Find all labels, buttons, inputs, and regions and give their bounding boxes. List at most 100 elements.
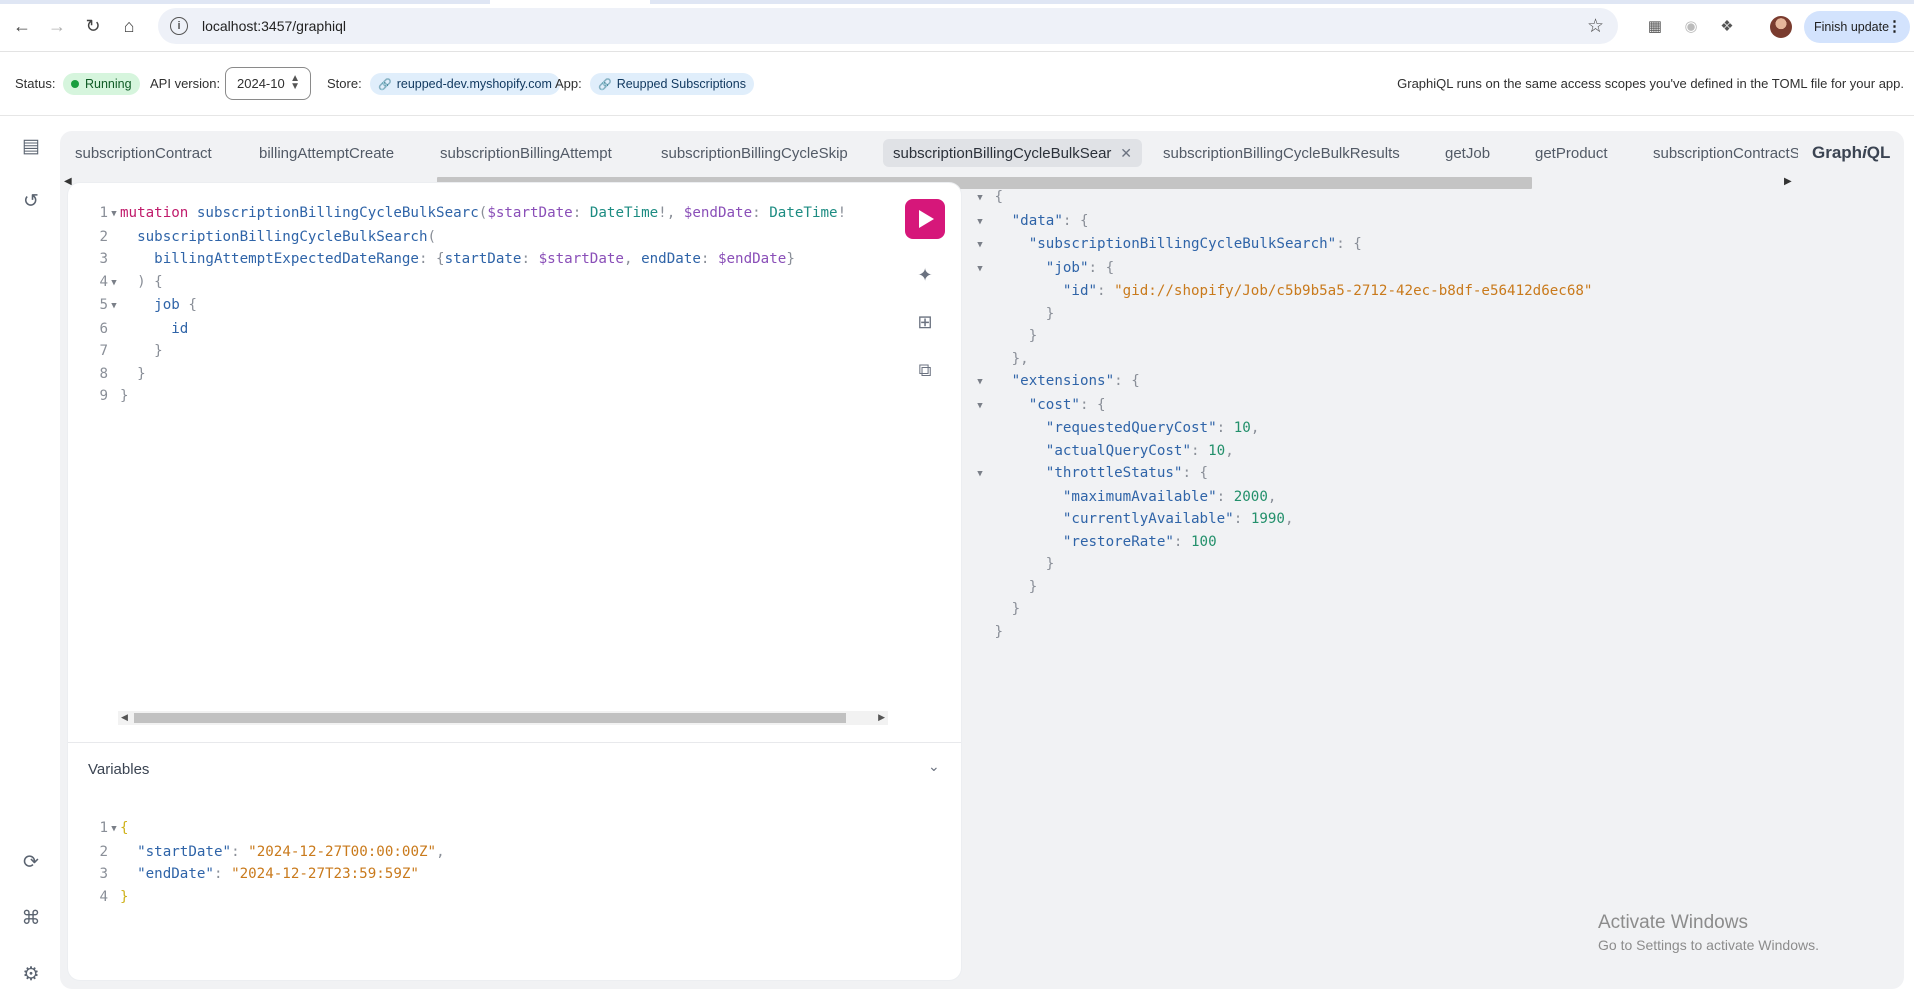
- profile-avatar[interactable]: [1770, 16, 1792, 38]
- fold-arrow-icon[interactable]: ▼: [974, 211, 986, 234]
- fold-arrow-icon[interactable]: ▼: [974, 258, 986, 281]
- settings-gear-icon[interactable]: ⚙: [18, 961, 44, 987]
- code-token: "maximumAvailable": [1062, 488, 1217, 505]
- variables-editor[interactable]: 1 ▼{ 2 "startDate": "2024-12-27T00:00:00Z…: [94, 817, 444, 908]
- status-label: Status:: [15, 76, 56, 91]
- code-token: startDate: [444, 251, 522, 267]
- code-token: $startDate: [487, 205, 573, 221]
- tab-scroll-left-icon[interactable]: ◀: [64, 176, 72, 187]
- prettify-icon[interactable]: ✦: [913, 263, 937, 287]
- fold-arrow-icon[interactable]: ▼: [108, 818, 120, 841]
- status-value: Running: [85, 77, 132, 91]
- extension-circle-icon[interactable]: ◉: [1680, 15, 1702, 37]
- tab-get-job[interactable]: getJob: [1445, 139, 1490, 167]
- site-info-icon[interactable]: i: [170, 17, 188, 35]
- response-viewer[interactable]: ▼ { ▼ "data": { ▼ "subscriptionBillingCy…: [974, 186, 1592, 643]
- scrollbar-thumb[interactable]: [134, 713, 846, 723]
- scroll-left-icon[interactable]: ◀: [121, 712, 128, 723]
- url-text[interactable]: localhost:3457/graphiql: [202, 18, 346, 34]
- fold-arrow-icon[interactable]: ▼: [108, 272, 120, 295]
- code-token: "endDate": [137, 866, 214, 882]
- code-token: "cost": [1028, 396, 1080, 413]
- code-token: $endDate: [717, 251, 787, 267]
- code-token: DateTime: [769, 205, 838, 221]
- scope-note: GraphiQL runs on the same access scopes …: [1397, 76, 1904, 91]
- query-editor[interactable]: 1 ▼ mutation subscriptionBillingCycleBulkS…: [94, 202, 885, 408]
- tab-subscription-billing-attempt[interactable]: subscriptionBillingAttempt: [440, 139, 612, 167]
- store-link[interactable]: 🔗 reupped-dev.myshopify.com: [370, 73, 560, 95]
- fold-arrow-icon[interactable]: ▼: [974, 463, 986, 486]
- extensions-puzzle-icon[interactable]: ❖: [1716, 15, 1738, 37]
- play-icon: [919, 210, 934, 228]
- code-token: subscriptionBillingCycleBulkSearch: [137, 228, 428, 245]
- code-token: billingAttemptExpectedDateRange: [154, 251, 419, 267]
- refetch-schema-icon[interactable]: ⟳: [18, 849, 44, 875]
- browser-toolbar: ← → ↻ ⌂ i localhost:3457/graphiql ☆ ▦ ◉ …: [0, 0, 1914, 52]
- code-token: "currentlyAvailable": [1062, 511, 1234, 527]
- code-token: subscriptionBillingCycleBulkSearc: [196, 205, 479, 221]
- chevron-down-icon[interactable]: ⌄: [928, 758, 940, 775]
- watermark-subtitle: Go to Settings to activate Windows.: [1598, 937, 1819, 953]
- fold-arrow-icon[interactable]: ▼: [974, 187, 986, 210]
- tab-billing-attempt-create[interactable]: billingAttemptCreate: [259, 139, 394, 167]
- code-token: "job": [1045, 259, 1089, 276]
- code-token: "2024-12-27T23:59:59Z": [231, 866, 419, 882]
- code-token: "requestedQueryCost": [1045, 420, 1217, 436]
- code-token: "extensions": [1011, 373, 1115, 389]
- docs-book-icon[interactable]: ▤: [18, 133, 44, 159]
- code-token: mutation: [120, 205, 189, 221]
- activate-windows-watermark: Activate Windows Go to Settings to activ…: [1598, 912, 1819, 953]
- fold-arrow-icon[interactable]: ▼: [974, 395, 986, 418]
- line-number: 3: [99, 251, 108, 267]
- tab-subscription-contract[interactable]: subscriptionContract: [75, 139, 212, 167]
- code-token: job: [154, 297, 180, 313]
- variables-tab[interactable]: Variables: [88, 761, 149, 778]
- line-number: 2: [99, 228, 108, 245]
- finish-update-button[interactable]: Finish update ⋮: [1804, 11, 1910, 43]
- scroll-right-icon[interactable]: ▶: [878, 712, 885, 723]
- copy-query-icon[interactable]: ⧉: [913, 358, 937, 382]
- api-version-value: 2024-10: [237, 76, 285, 91]
- merge-fragments-icon[interactable]: ⊞: [913, 310, 937, 334]
- fold-arrow-icon[interactable]: ▼: [974, 371, 986, 394]
- line-number: 1: [99, 820, 108, 836]
- line-number: 4: [99, 273, 108, 290]
- api-version-select[interactable]: 2024-10 ▲ ▼: [225, 67, 311, 100]
- tab-label: subscriptionBillingAttempt: [440, 144, 612, 162]
- tab-get-product[interactable]: getProduct: [1535, 139, 1608, 167]
- qr-code-icon[interactable]: ▦: [1644, 15, 1666, 37]
- tab-subscription-billing-cycle-bulk-results[interactable]: subscriptionBillingCycleBulkResults: [1163, 139, 1400, 167]
- fold-arrow-icon[interactable]: ▼: [974, 234, 986, 257]
- app-value: Reupped Subscriptions: [616, 77, 746, 91]
- app-link[interactable]: 🔗 Reupped Subscriptions: [590, 73, 754, 95]
- tab-scroll-right-icon[interactable]: ▶: [1784, 176, 1792, 187]
- editor-horizontal-scrollbar[interactable]: ◀ ▶: [118, 711, 888, 725]
- app-status-bar: Status: Running API version: 2024-10 ▲ ▼ …: [0, 52, 1914, 116]
- back-arrow-icon[interactable]: ←: [10, 14, 34, 38]
- home-icon[interactable]: ⌂: [117, 14, 141, 38]
- history-icon[interactable]: ↺: [18, 188, 44, 214]
- code-token: "startDate": [137, 843, 232, 860]
- link-icon: 🔗: [598, 78, 612, 91]
- tab-subscription-billing-cycle-bulk-search[interactable]: subscriptionBillingCycleBulkSearc ✕: [883, 139, 1142, 167]
- line-number: 6: [99, 320, 108, 337]
- code-token: id: [171, 320, 189, 337]
- line-number: 7: [99, 343, 108, 359]
- code-token: $startDate: [538, 251, 624, 267]
- shortcuts-command-icon[interactable]: ⌘: [18, 905, 44, 931]
- code-token: 10: [1233, 420, 1251, 436]
- execute-query-button[interactable]: [905, 199, 945, 239]
- variables-divider: [68, 742, 961, 743]
- code-token: $endDate: [683, 205, 753, 221]
- tab-subscription-contract-s[interactable]: subscriptionContractS: [1653, 139, 1798, 167]
- close-tab-icon[interactable]: ✕: [1120, 145, 1132, 162]
- reload-icon[interactable]: ↻: [81, 14, 105, 38]
- bookmark-star-icon[interactable]: ☆: [1587, 15, 1604, 38]
- address-bar[interactable]: i localhost:3457/graphiql ☆: [158, 8, 1618, 44]
- fold-arrow-icon[interactable]: ▼: [108, 295, 120, 318]
- tab-subscription-billing-cycle-skip[interactable]: subscriptionBillingCycleSkip: [661, 139, 848, 167]
- finish-update-label: Finish update: [1814, 20, 1890, 34]
- logo-part: QL: [1866, 143, 1891, 162]
- forward-arrow-icon[interactable]: →: [45, 14, 69, 38]
- fold-arrow-icon[interactable]: ▼: [108, 203, 120, 226]
